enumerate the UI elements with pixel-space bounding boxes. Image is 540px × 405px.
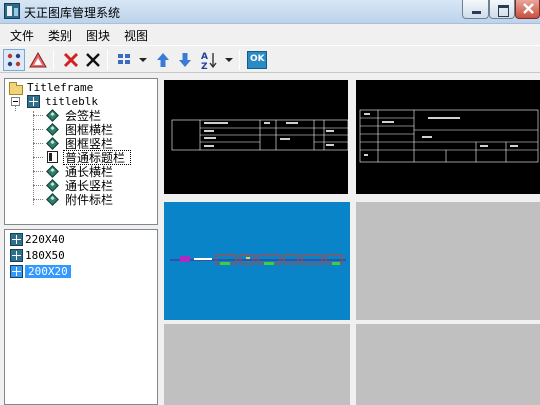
- svg-text:A: A: [201, 52, 208, 62]
- close-icon: [523, 3, 534, 14]
- block-category-icon: [46, 109, 59, 122]
- svg-text:Z: Z: [201, 62, 208, 71]
- maximize-button[interactable]: [489, 0, 515, 19]
- window-title: 天正图库管理系统: [24, 6, 121, 20]
- preview-cell-empty: [356, 324, 540, 405]
- sort-dropdown-icon[interactable]: [225, 58, 233, 62]
- sort-grid-icon: [7, 53, 21, 67]
- block-item-220x40[interactable]: 220X40: [25, 233, 65, 247]
- preview-cell-180x50[interactable]: [354, 78, 540, 196]
- toolbar: A Z OK: [0, 45, 540, 73]
- titleblock-thumbnail: [171, 119, 348, 151]
- delete-red-x-icon: [63, 52, 79, 68]
- move-down-icon: [179, 53, 191, 67]
- block-icon: [10, 265, 23, 278]
- title-bar: 天正图库管理系统: [0, 0, 540, 24]
- sort-grid-button[interactable]: [3, 49, 25, 71]
- block-icon: [10, 249, 23, 262]
- ok-button[interactable]: OK: [247, 51, 267, 69]
- preview-cell-200x20[interactable]: [164, 202, 350, 320]
- preview-grid: [162, 78, 540, 405]
- app-window: 天正图库管理系统 文件 类别 图块 视图 A Z OK Titleframe t…: [0, 0, 540, 405]
- block-item-180x50[interactable]: 180X50: [25, 249, 65, 263]
- delete-block-button[interactable]: [82, 49, 104, 71]
- view-layout-dropdown-icon[interactable]: [139, 58, 147, 62]
- triangle-tool-icon: [29, 51, 47, 68]
- block-category-icon: [46, 123, 59, 136]
- delete-category-button[interactable]: [60, 49, 82, 71]
- block-category-icon: [46, 137, 59, 150]
- view-layout-button[interactable]: [114, 49, 136, 71]
- menu-bar: 文件 类别 图块 视图: [0, 24, 540, 45]
- preview-cell-220x40[interactable]: [162, 78, 350, 196]
- category-tree: Titleframe titleblk 会签栏 图框横栏 图框竖栏 普通标题栏 …: [4, 78, 158, 225]
- titleblock-thumbnail: [359, 109, 539, 163]
- menu-view[interactable]: 视图: [124, 27, 148, 44]
- triangle-tool-button[interactable]: [27, 49, 49, 71]
- titleblk-icon: [27, 95, 40, 108]
- move-up-icon: [157, 53, 169, 67]
- preview-cell-empty: [356, 202, 540, 320]
- view-layout-icon: [118, 54, 130, 64]
- app-logo-icon: [4, 3, 20, 19]
- move-down-button[interactable]: [174, 49, 196, 71]
- menu-category[interactable]: 类别: [48, 27, 72, 44]
- sort-az-icon: A Z: [201, 52, 217, 72]
- block-category-icon: [46, 165, 59, 178]
- sort-az-button[interactable]: A Z: [198, 49, 220, 72]
- block-icon: [10, 233, 23, 246]
- minimize-button[interactable]: [462, 0, 489, 19]
- preview-cell-empty: [164, 324, 350, 405]
- close-button[interactable]: [515, 0, 540, 19]
- collapse-icon[interactable]: [11, 97, 20, 106]
- menu-block[interactable]: 图块: [86, 27, 110, 44]
- titleblock-thumbnail: [170, 254, 346, 265]
- ok-icon: OK: [250, 54, 265, 64]
- block-category-icon: [46, 193, 59, 206]
- folder-icon: [9, 82, 23, 95]
- open-book-icon: [47, 151, 58, 163]
- block-list: 220X40 180X50 200X20: [4, 229, 158, 405]
- menu-file[interactable]: 文件: [10, 27, 34, 44]
- block-item-200x20[interactable]: 200X20: [25, 265, 71, 279]
- move-up-button[interactable]: [152, 49, 174, 71]
- delete-black-x-icon: [86, 53, 100, 67]
- block-category-icon: [46, 179, 59, 192]
